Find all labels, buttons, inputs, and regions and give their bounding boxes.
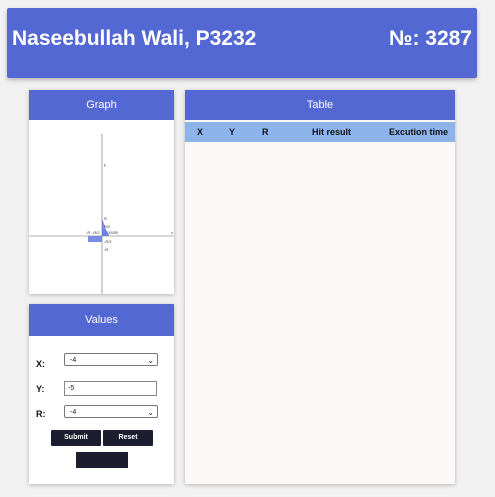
table-title: Table: [185, 90, 455, 120]
hit-area-rect: [88, 236, 102, 242]
r-label: R:: [36, 409, 46, 419]
tick-r-right: R: [115, 230, 118, 235]
x-label: X:: [36, 359, 45, 369]
x-select-value: -4: [70, 357, 77, 364]
tick-neg-r: -R: [104, 247, 108, 252]
col-y: Y: [229, 127, 236, 137]
x-axis-label: x: [171, 230, 173, 235]
submit-button[interactable]: Submit: [51, 430, 101, 446]
tick-half-r-top: R/2: [104, 224, 111, 229]
table-panel: Table X Y R Hit result Excution time: [185, 90, 455, 484]
blank-button[interactable]: [76, 452, 128, 468]
tick-neg-half-r: -R/2: [104, 239, 112, 244]
r-select[interactable]: -4 ⌄: [64, 405, 158, 418]
col-x: X: [197, 127, 204, 137]
graph-panel: Graph y x R R/2 -R/2 -R -R -R/2 R/2 R: [29, 90, 174, 294]
reset-button[interactable]: Reset: [103, 430, 153, 446]
r-select-value: -4: [70, 409, 77, 416]
col-hit-result: Hit result: [312, 127, 352, 137]
variant-number: №: 3287: [389, 27, 472, 50]
y-axis-label: y: [104, 162, 106, 167]
tick-neg-r-left: -R: [86, 230, 90, 235]
col-r: R: [262, 127, 269, 137]
values-title: Values: [29, 304, 174, 336]
tick-r-top: R: [104, 216, 107, 221]
student-name: Naseebullah Wali, P3232: [12, 27, 257, 50]
col-execution-time: Excution time: [389, 127, 449, 137]
graph-canvas[interactable]: y x R R/2 -R/2 -R -R -R/2 R/2 R: [29, 120, 174, 294]
chevron-down-icon: ⌄: [147, 408, 154, 417]
y-label: Y:: [36, 384, 45, 394]
hit-area-quarter: [102, 229, 109, 236]
y-input[interactable]: -5: [64, 381, 157, 396]
chevron-down-icon: ⌄: [147, 356, 154, 365]
page-header: Naseebullah Wali, P3232 №: 3287: [7, 8, 477, 78]
table-header-row: X Y R Hit result Excution time: [185, 122, 455, 142]
tick-neg-half-r-left: -R/2: [92, 230, 100, 235]
x-select[interactable]: -4 ⌄: [64, 353, 158, 366]
graph-title: Graph: [29, 90, 174, 120]
